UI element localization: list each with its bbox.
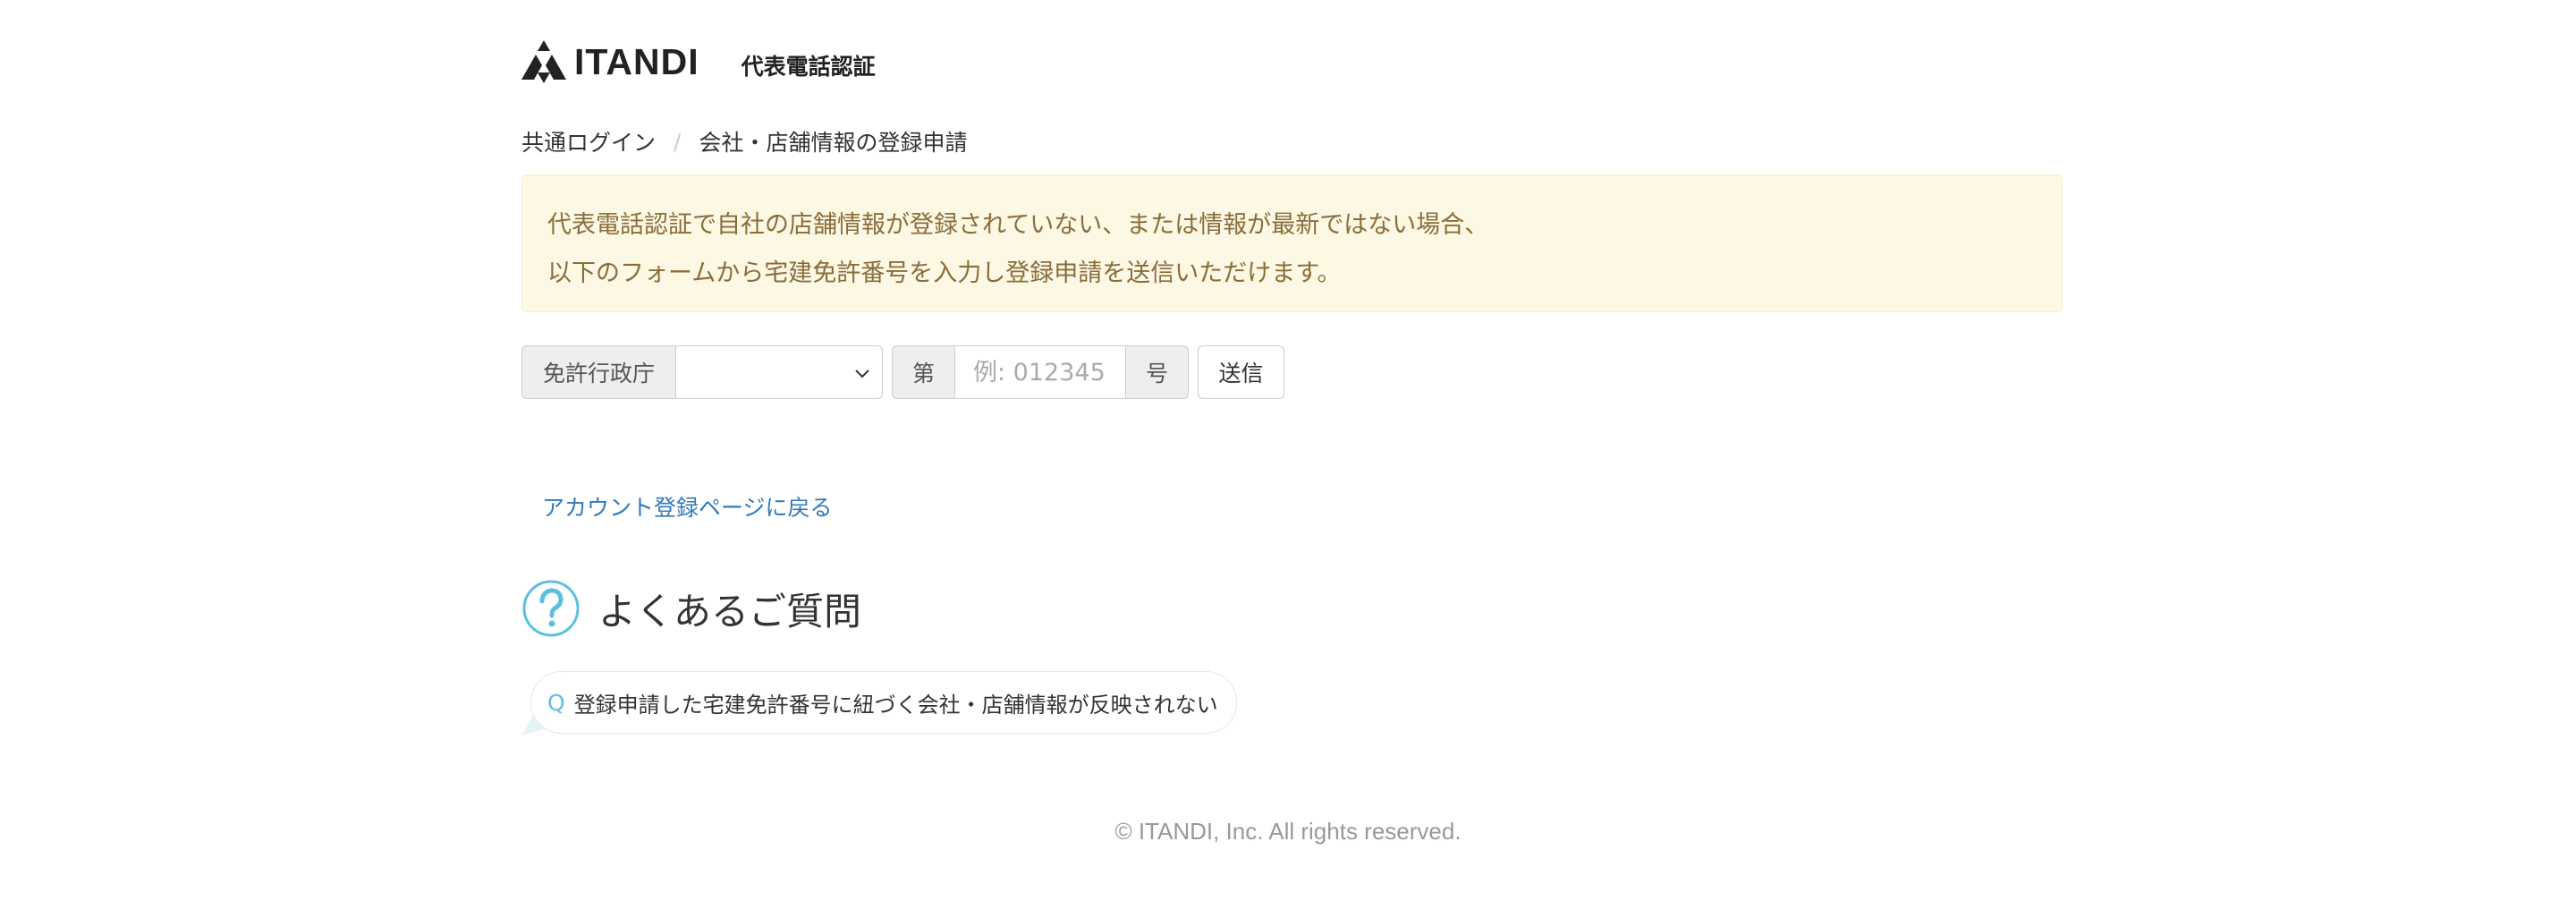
header-subtitle: 代表電話認証 (741, 54, 876, 80)
faq-item[interactable]: Q 登録申請した宅建免許番号に紐づく会社・店舗情報が反映されない (530, 671, 1237, 734)
authority-label: 免許行政庁 (521, 345, 675, 399)
notice-line-1: 代表電話認証で自社の店舗情報が登録されていない、または情報が最新ではない場合、 (547, 211, 1489, 239)
breadcrumb: 共通ログイン / 会社・店舗情報の登録申請 (521, 125, 967, 157)
faq-heading: よくあるご質問 (521, 579, 861, 638)
license-number-suffix: 号 (1126, 345, 1189, 399)
faq-title: よくあるご質問 (598, 589, 862, 633)
license-number-prefix: 第 (892, 345, 954, 399)
breadcrumb-item-current: 会社・店舗情報の登録申請 (699, 130, 968, 156)
submit-button[interactable]: 送信 (1198, 345, 1284, 399)
info-notice: 代表電話認証で自社の店舗情報が登録されていない、または情報が最新ではない場合、 … (521, 174, 2063, 312)
brand-name: ITANDI (574, 40, 699, 82)
breadcrumb-separator: / (674, 128, 682, 155)
back-to-account-registration-link[interactable]: アカウント登録ページに戻る (542, 490, 833, 523)
authority-select[interactable] (675, 345, 883, 399)
breadcrumb-item-common-login[interactable]: 共通ログイン (521, 125, 656, 157)
faq-q-marker: Q (547, 689, 565, 716)
license-form: 免許行政庁 第 号 送信 (521, 345, 1284, 399)
itandi-logo[interactable]: ITANDI (521, 40, 699, 83)
header: ITANDI 代表電話認証 (521, 39, 876, 84)
license-number-input[interactable] (954, 345, 1126, 399)
question-circle-icon (522, 580, 580, 637)
notice-line-2: 以下のフォームから宅建免許番号を入力し登録申請を送信いただけます。 (547, 259, 1342, 287)
itandi-logo-mark-icon (521, 40, 566, 83)
page: ITANDI 代表電話認証 共通ログイン / 会社・店舗情報の登録申請 代表電話… (0, 0, 2576, 901)
chevron-down-icon (855, 370, 869, 378)
faq-question: 登録申請した宅建免許番号に紐づく会社・店舗情報が反映されない (573, 692, 1218, 718)
footer-copyright: © ITANDI, Inc. All rights reserved. (1114, 818, 1462, 845)
